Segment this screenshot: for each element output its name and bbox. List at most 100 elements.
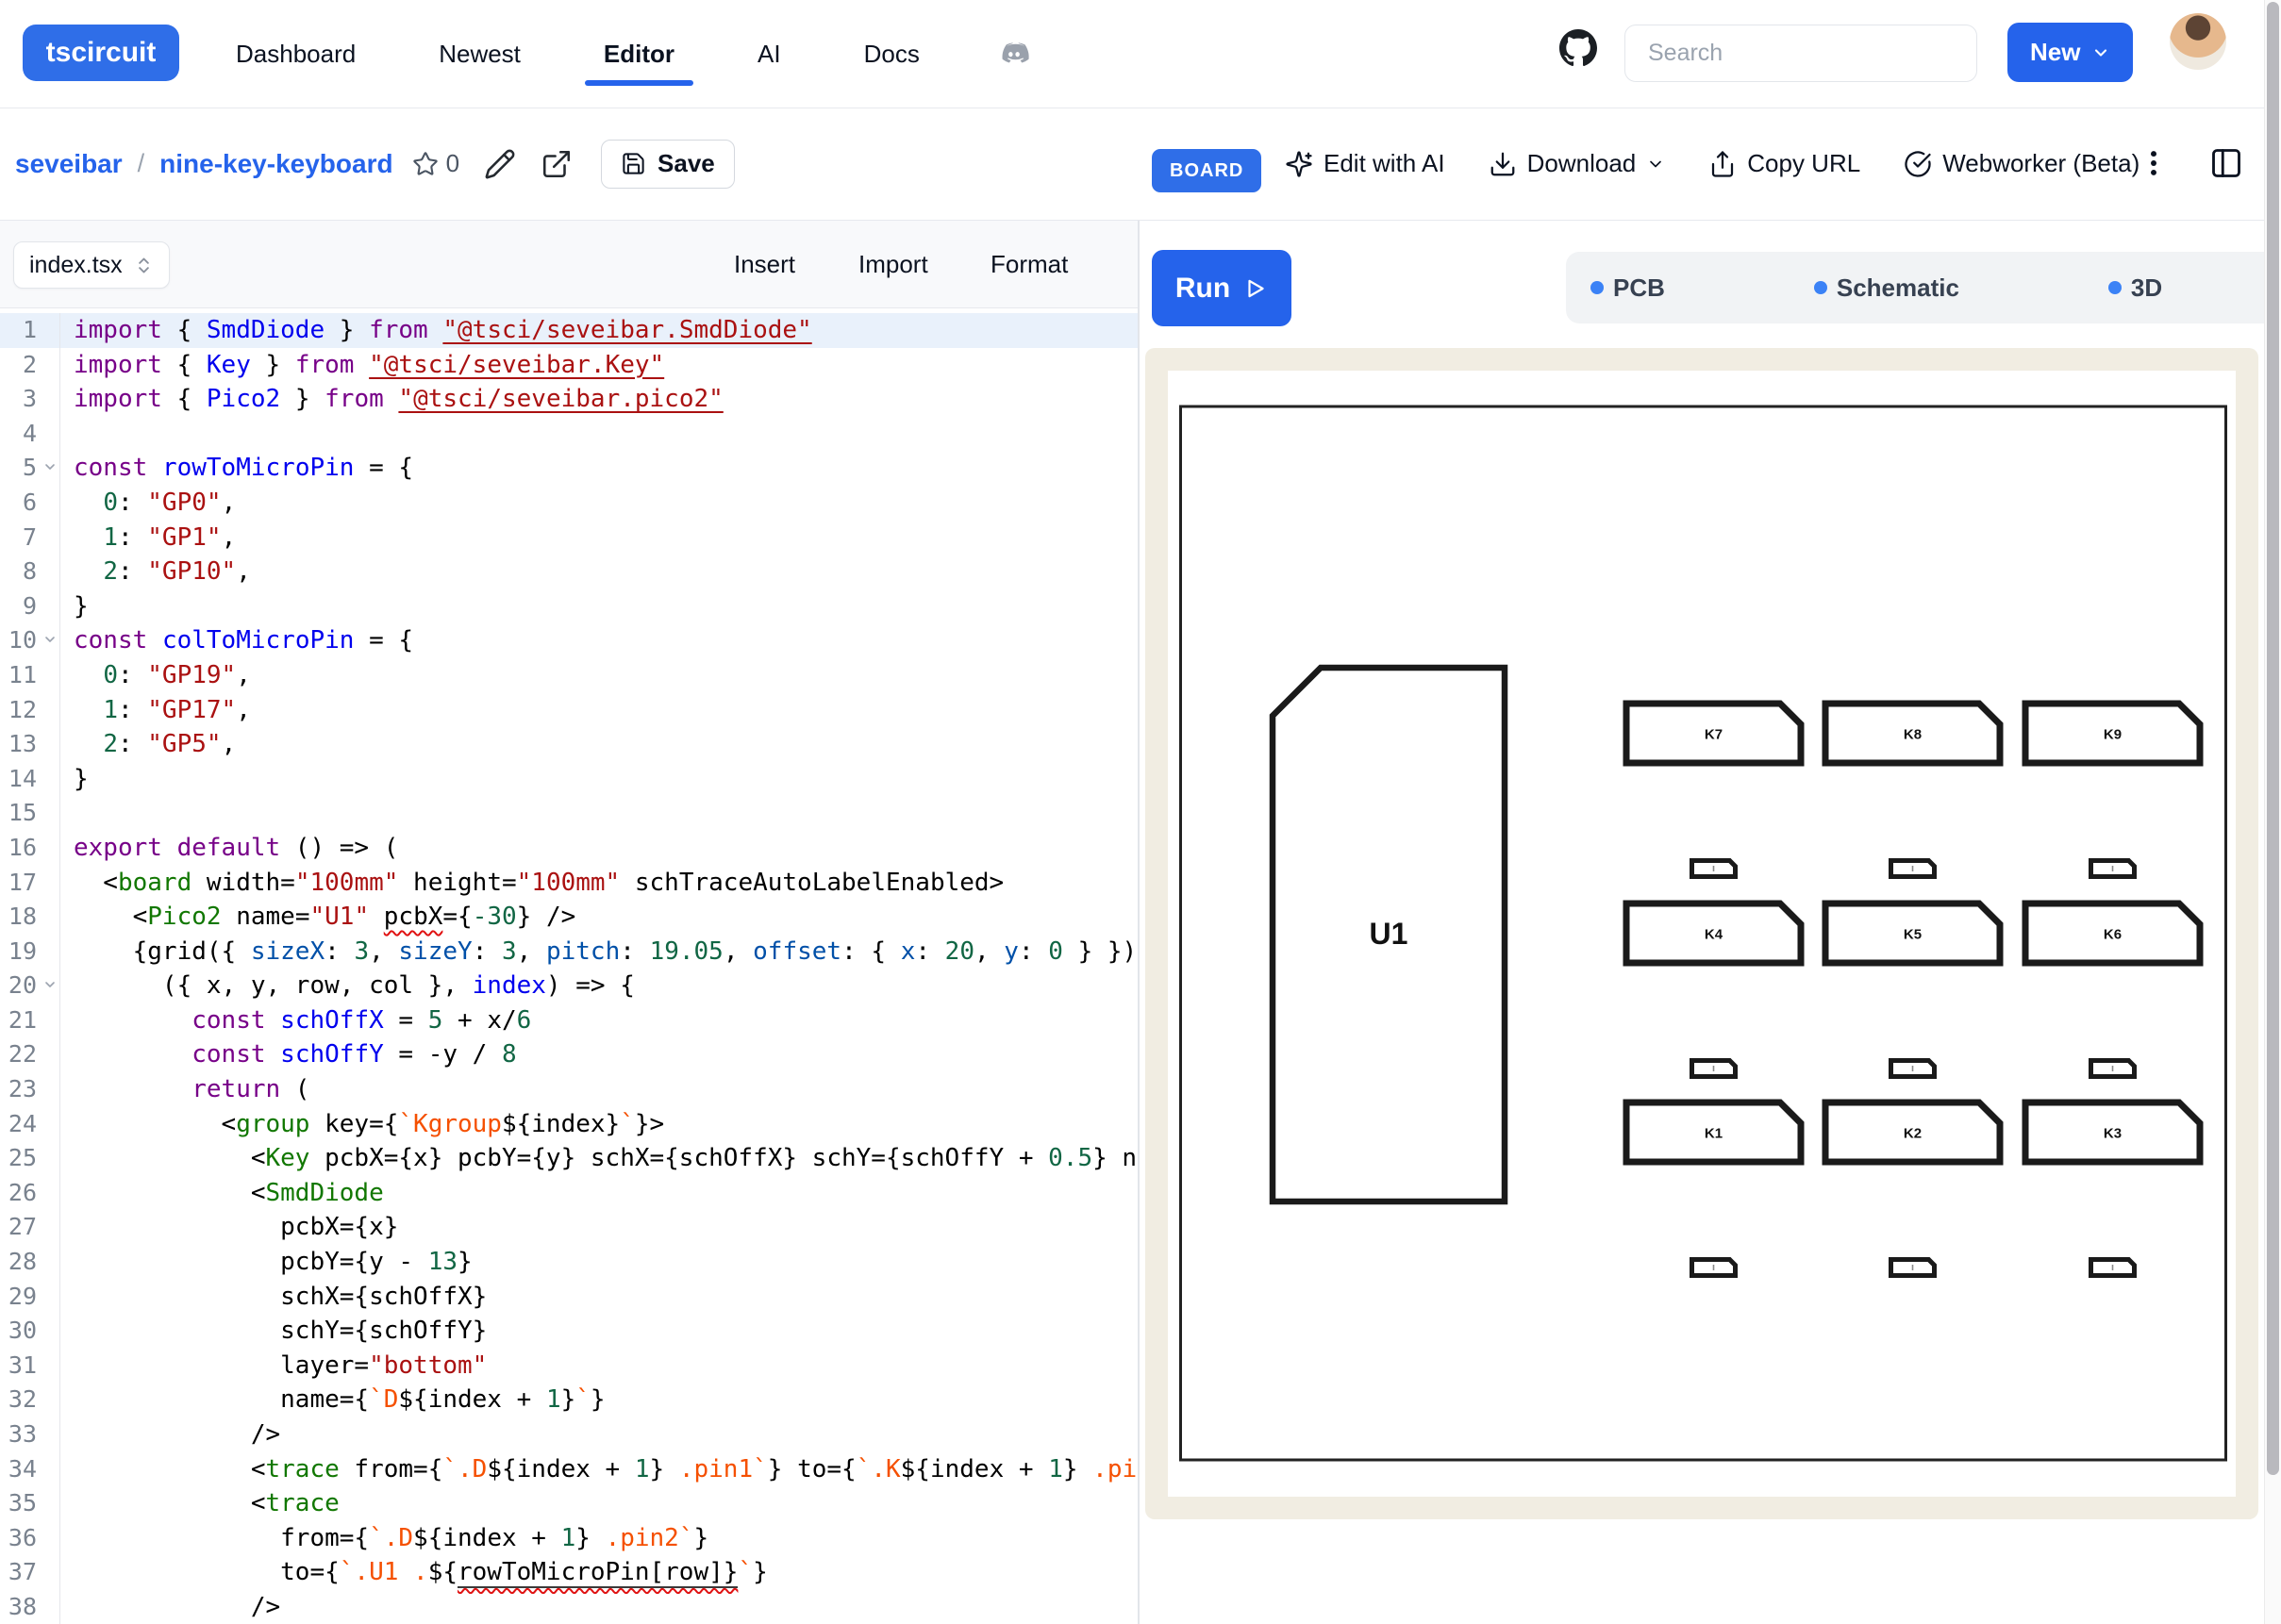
code-line-text[interactable]: pcbY={y - 13} [60,1245,473,1280]
github-icon[interactable] [1559,29,1597,67]
code-line-text[interactable]: const rowToMicroPin = { [60,451,413,486]
view-tab-3d[interactable]: 3D [2108,273,2162,303]
more-options-button[interactable] [2138,147,2170,179]
nav-item-newest[interactable]: Newest [433,0,526,108]
code-line-text[interactable]: } [60,762,89,797]
code-line[interactable]: 18 <Pico2 name="U1" pcbX={-30} /> [0,900,1138,935]
code-line-text[interactable]: {grid({ sizeX: 3, sizeY: 3, pitch: 19.05… [60,935,1138,969]
code-line-text[interactable]: import { Pico2 } from "@tsci/seveibar.pi… [60,382,724,417]
nav-item-editor[interactable]: Editor [598,0,680,108]
code-line-text[interactable]: name={`D${index + 1}`} [60,1383,606,1417]
code-line-text[interactable]: /> [60,1590,280,1624]
fold-toggle-icon[interactable] [42,977,58,992]
code-line[interactable]: 16export default () => ( [0,831,1138,866]
code-line[interactable]: 21 const schOffX = 5 + x/6 [0,1003,1138,1038]
code-line-text[interactable]: pcbX={x} [60,1210,398,1245]
tscircuit-logo[interactable]: tscircuit [23,25,179,81]
fold-toggle-icon[interactable] [42,632,58,647]
code-line[interactable]: 23 return ( [0,1072,1138,1107]
code-line[interactable]: 13 2: "GP5", [0,727,1138,762]
code-line-text[interactable]: <group key={`Kgroup${index}`}> [60,1107,664,1142]
code-line-text[interactable]: 0: "GP0", [60,486,236,521]
nav-item-docs[interactable]: Docs [858,0,925,108]
code-line[interactable]: 7 1: "GP1", [0,521,1138,555]
code-line[interactable]: 38 /> [0,1590,1138,1624]
code-line-text[interactable]: const schOffX = 5 + x/6 [60,1003,531,1038]
code-line-text[interactable] [60,417,74,452]
file-tab-selector[interactable]: index.tsx [13,241,170,289]
code-line[interactable]: 8 2: "GP10", [0,555,1138,589]
open-external-button[interactable] [541,148,573,180]
code-line[interactable]: 36 from={`.D${index + 1} .pin2`} [0,1521,1138,1556]
code-line[interactable]: 37 to={`.U1 .${rowToMicroPin[row]}`} [0,1555,1138,1590]
code-line[interactable]: 29 schX={schOffX} [0,1280,1138,1315]
copy-url-button[interactable]: Copy URL [1708,149,1860,178]
code-line-text[interactable]: import { Key } from "@tsci/seveibar.Key" [60,348,664,383]
code-line-text[interactable]: ({ x, y, row, col }, index) => { [60,969,635,1003]
code-line[interactable]: 33 /> [0,1417,1138,1452]
breadcrumb-owner[interactable]: seveibar [15,149,123,179]
code-line-text[interactable]: schY={schOffY} [60,1314,487,1349]
star-button[interactable]: 0 [412,149,459,178]
code-line[interactable]: 30 schY={schOffY} [0,1314,1138,1349]
code-line-text[interactable]: const colToMicroPin = { [60,623,413,658]
code-line-text[interactable]: /> [60,1417,280,1452]
code-line[interactable]: 11 0: "GP19", [0,658,1138,693]
code-line-text[interactable]: 2: "GP10", [60,555,251,589]
code-line-text[interactable]: 2: "GP5", [60,727,236,762]
new-button[interactable]: New [2007,23,2133,82]
code-line[interactable]: 19 {grid({ sizeX: 3, sizeY: 3, pitch: 19… [0,935,1138,969]
code-line[interactable]: 15 [0,796,1138,831]
discord-icon[interactable] [996,37,1032,73]
code-line[interactable]: 35 <trace [0,1486,1138,1521]
code-line[interactable]: 24 <group key={`Kgroup${index}`}> [0,1107,1138,1142]
assembly-canvas[interactable]: U1K7K8K9K4K5K6K1K2K3 [1168,371,2236,1497]
code-line-text[interactable]: export default () => ( [60,831,398,866]
view-tab-pcb[interactable]: PCB [1590,273,1665,303]
code-line[interactable]: 5const rowToMicroPin = { [0,451,1138,486]
code-line-text[interactable]: <Key pcbX={x} pcbY={y} schX={schOffX} sc… [60,1141,1138,1176]
code-line[interactable]: 22 const schOffY = -y / 8 [0,1037,1138,1072]
code-line-text[interactable]: import { SmdDiode } from "@tsci/seveibar… [60,313,812,348]
code-line[interactable]: 20 ({ x, y, row, col }, index) => { [0,969,1138,1003]
code-line-text[interactable]: <Pico2 name="U1" pcbX={-30} /> [60,900,575,935]
code-line[interactable]: 2import { Key } from "@tsci/seveibar.Key… [0,348,1138,383]
code-line-text[interactable]: layer="bottom" [60,1349,487,1384]
code-line-text[interactable]: <SmdDiode [60,1176,384,1211]
code-line-text[interactable]: from={`.D${index + 1} .pin2`} [60,1521,708,1556]
board-badge[interactable]: BOARD [1152,149,1261,192]
code-line[interactable]: 14} [0,762,1138,797]
code-line[interactable]: 9} [0,589,1138,624]
code-line-text[interactable] [60,796,74,831]
save-button[interactable]: Save [601,140,735,189]
code-line[interactable]: 3import { Pico2 } from "@tsci/seveibar.p… [0,382,1138,417]
code-line-text[interactable]: <trace from={`.D${index + 1} .pin1`} to=… [60,1452,1138,1487]
breadcrumb-project[interactable]: nine-key-keyboard [159,149,392,179]
fold-toggle-icon[interactable] [42,459,58,474]
run-button[interactable]: Run [1152,250,1291,326]
toggle-panel-button[interactable] [2209,146,2243,180]
code-line[interactable]: 25 <Key pcbX={x} pcbY={y} schX={schOffX}… [0,1141,1138,1176]
code-line[interactable]: 32 name={`D${index + 1}`} [0,1383,1138,1417]
view-tab-schematic[interactable]: Schematic [1814,273,1959,303]
editor-menu-format[interactable]: Format [991,221,1068,307]
search-input[interactable] [1624,25,1977,82]
code-line[interactable]: 1import { SmdDiode } from "@tsci/seveiba… [0,313,1138,348]
code-line-text[interactable]: <board width="100mm" height="100mm" schT… [60,866,1004,901]
code-line-text[interactable]: } [60,589,89,624]
code-line-text[interactable]: to={`.U1 .${rowToMicroPin[row]}`} [60,1555,768,1590]
editor-menu-import[interactable]: Import [858,221,928,307]
nav-item-ai[interactable]: AI [752,0,787,108]
code-line[interactable]: 4 [0,417,1138,452]
page-scrollbar[interactable] [2264,0,2281,1624]
code-line[interactable]: 10const colToMicroPin = { [0,623,1138,658]
code-line-text[interactable]: 1: "GP17", [60,693,251,728]
edit-with-ai-button[interactable]: Edit with AI [1285,149,1445,178]
webworker-toggle[interactable]: Webworker (Beta) [1904,149,2139,178]
code-line-text[interactable]: return ( [60,1072,309,1107]
code-line-text[interactable]: <trace [60,1486,340,1521]
scrollbar-thumb[interactable] [2267,2,2279,1475]
code-line-text[interactable]: 1: "GP1", [60,521,236,555]
avatar[interactable] [2170,13,2226,70]
editor-menu-insert[interactable]: Insert [734,221,795,307]
